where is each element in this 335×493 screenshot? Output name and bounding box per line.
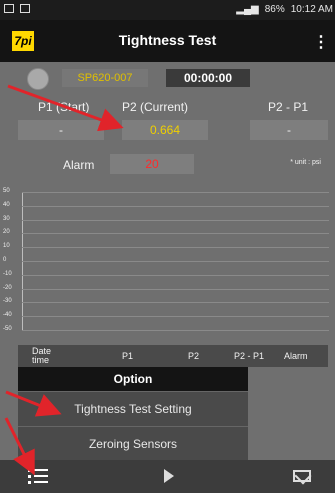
chart-gridline bbox=[22, 302, 329, 304]
chart-gridline bbox=[22, 205, 329, 207]
pressure-chart: 50 40 30 20 10 0 -10 -20 -30 -40 -50 bbox=[0, 182, 335, 332]
chart-y-tick: -40 bbox=[3, 312, 12, 319]
th-alarm: Alarm bbox=[284, 351, 308, 361]
overflow-menu-icon[interactable]: ⋮ bbox=[313, 32, 329, 51]
th-p2: P2 bbox=[188, 351, 200, 361]
clock: 10:12 AM bbox=[290, 4, 333, 15]
session-row: SP620-007 00:00:00 bbox=[0, 66, 335, 92]
chart-y-tick: -50 bbox=[3, 326, 12, 332]
th-p1: P1 bbox=[122, 351, 134, 361]
chart-y-tick: -30 bbox=[3, 298, 12, 305]
p2-value: 0.664 bbox=[122, 120, 208, 140]
chart-gridline bbox=[22, 330, 329, 331]
status-bar: ▂▄▆ 86% 10:12 AM bbox=[0, 0, 335, 20]
chart-y-tick: 10 bbox=[3, 243, 10, 250]
option-menu-title: Option bbox=[18, 367, 248, 391]
notification-icon bbox=[4, 4, 14, 13]
diff-value: - bbox=[250, 120, 328, 140]
chart-y-tick: 20 bbox=[3, 229, 10, 236]
chart-gridline bbox=[22, 233, 329, 235]
th-diff: P2 - P1 bbox=[234, 351, 265, 361]
chart-gridline bbox=[22, 274, 329, 276]
log-table-header: Date time P1 P2 P2 - P1 Alarm bbox=[18, 345, 328, 367]
th-datetime: Date time bbox=[32, 346, 52, 365]
chart-gridline bbox=[22, 261, 329, 262]
chart-gridline bbox=[22, 247, 329, 249]
alarm-value[interactable]: 20 bbox=[110, 154, 194, 174]
send-report-icon[interactable] bbox=[293, 470, 311, 482]
battery-level: 86% bbox=[264, 4, 285, 15]
chart-gridline bbox=[22, 288, 329, 290]
diff-header: P2 - P1 bbox=[268, 100, 309, 114]
chart-y-tick: 50 bbox=[3, 188, 10, 194]
menu-item-tightness-test-setting[interactable]: Tightness Test Setting bbox=[18, 391, 248, 426]
p1-value: - bbox=[18, 120, 104, 140]
chart-gridline bbox=[22, 192, 329, 193]
p1-header: P1 (Start) bbox=[38, 100, 90, 114]
chart-y-tick: -20 bbox=[3, 284, 12, 291]
connection-status-indicator[interactable] bbox=[27, 68, 49, 90]
signal-icon: ▂▄▆ bbox=[236, 4, 259, 15]
test-timer: 00:00:00 bbox=[166, 69, 250, 87]
play-icon[interactable] bbox=[164, 469, 174, 483]
chart-y-tick: 30 bbox=[3, 215, 10, 222]
cast-icon bbox=[20, 4, 30, 13]
chart-y-tick: 40 bbox=[3, 201, 10, 208]
phone-screen: ▂▄▆ 86% 10:12 AM 7pi Tightness Test ⋮ SP… bbox=[0, 0, 335, 493]
chart-gridline bbox=[22, 219, 329, 221]
alarm-label: Alarm bbox=[63, 158, 95, 172]
unit-note: * unit : psi bbox=[290, 159, 321, 166]
chart-gridline bbox=[22, 316, 329, 318]
menu-item-zeroing-sensors[interactable]: Zeroing Sensors bbox=[18, 426, 248, 461]
chart-y-tick: 0 bbox=[3, 257, 7, 263]
page-title: Tightness Test bbox=[118, 32, 217, 48]
p2-header: P2 (Current) bbox=[122, 100, 189, 114]
sensor-id-field[interactable]: SP620-007 bbox=[62, 69, 148, 87]
list-menu-icon[interactable] bbox=[28, 468, 48, 484]
chart-y-tick: -10 bbox=[3, 270, 12, 277]
bottom-toolbar bbox=[0, 460, 335, 493]
app-bar: 7pi Tightness Test ⋮ bbox=[0, 20, 335, 62]
option-menu: Option Tightness Test Setting Zeroing Se… bbox=[18, 367, 248, 461]
